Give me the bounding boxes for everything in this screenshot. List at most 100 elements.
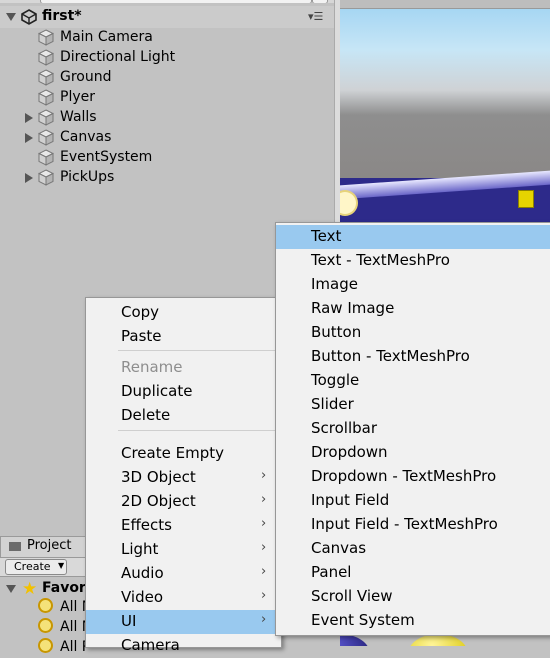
menu-item-create-empty[interactable]: Create Empty: [86, 442, 279, 466]
submenu-item-text-textmeshpro[interactable]: Text - TextMeshPro: [276, 249, 550, 273]
menu-item-effects[interactable]: Effects ›: [86, 514, 279, 538]
gameobject-cube-icon: [38, 49, 54, 66]
submenu-item-text[interactable]: Text: [276, 225, 550, 249]
submenu-item-input-field-textmeshpro[interactable]: Input Field - TextMeshPro: [276, 513, 550, 537]
submenu-item-dropdown-textmeshpro[interactable]: Dropdown - TextMeshPro: [276, 465, 550, 489]
submenu-arrow-icon: ›: [261, 612, 267, 627]
menu-label: Camera: [121, 636, 180, 654]
collapse-arrow-icon[interactable]: [6, 13, 16, 21]
submenu-item-canvas[interactable]: Canvas: [276, 537, 550, 561]
gameobject-cube-icon: [38, 149, 54, 166]
submenu-item-raw-image[interactable]: Raw Image: [276, 297, 550, 321]
submenu-label: Toggle: [311, 371, 360, 389]
create-label: Create: [14, 560, 51, 573]
submenu-arrow-icon: ›: [261, 540, 267, 555]
hierarchy-item[interactable]: EventSystem: [0, 148, 334, 168]
hierarchy-item[interactable]: Canvas: [0, 128, 334, 148]
menu-item-video[interactable]: Video ›: [86, 586, 279, 610]
submenu-item-dropdown[interactable]: Dropdown: [276, 441, 550, 465]
gameobject-cube-icon: [38, 69, 54, 86]
submenu-label: Button: [311, 323, 362, 341]
submenu-item-image[interactable]: Image: [276, 273, 550, 297]
submenu-arrow-icon: ›: [261, 492, 267, 507]
hierarchy-item[interactable]: Directional Light: [0, 48, 334, 68]
menu-label: Copy: [121, 303, 160, 321]
scene-view-header: [340, 0, 550, 9]
search-icon: [38, 618, 53, 633]
menu-label: 2D Object: [121, 492, 196, 510]
context-menu: Copy Paste Rename Duplicate Delete Creat…: [85, 297, 282, 654]
menu-item-ui[interactable]: UI ›: [86, 610, 279, 634]
menu-item-copy[interactable]: Copy: [86, 301, 279, 325]
hierarchy-item[interactable]: PickUps: [0, 168, 334, 188]
expand-arrow-icon[interactable]: [25, 133, 33, 143]
scene-name: first*: [42, 8, 82, 24]
star-icon: ★: [22, 579, 38, 599]
create-button[interactable]: Create ▼: [5, 559, 67, 575]
submenu-label: Canvas: [311, 539, 367, 557]
submenu-label: Button - TextMeshPro: [311, 347, 470, 365]
submenu-item-event-system[interactable]: Event System: [276, 609, 550, 633]
menu-label: Duplicate: [121, 382, 193, 400]
hierarchy-item[interactable]: Ground: [0, 68, 334, 88]
tab-project[interactable]: Project: [0, 536, 86, 557]
submenu-label: Text: [311, 227, 342, 245]
gameobject-cube-icon: [38, 89, 54, 106]
submenu-arrow-icon: ›: [261, 588, 267, 603]
ui-submenu: Text Text - TextMeshPro Image Raw Image Butt…: [275, 222, 550, 636]
expand-arrow-icon[interactable]: [25, 113, 33, 123]
hierarchy-item[interactable]: Walls: [0, 108, 334, 128]
submenu-arrow-icon: ›: [261, 468, 267, 483]
submenu-item-slider[interactable]: Slider: [276, 393, 550, 417]
menu-label: Audio: [121, 564, 164, 582]
favorites-label: Favor: [42, 580, 86, 596]
menu-item-delete[interactable]: Delete: [86, 404, 279, 428]
menu-label: Delete: [121, 406, 171, 424]
gameobject-cube-icon: [38, 129, 54, 146]
submenu-item-button-textmeshpro[interactable]: Button - TextMeshPro: [276, 345, 550, 369]
hierarchy-item-label: Ground: [60, 69, 112, 85]
submenu-item-toggle[interactable]: Toggle: [276, 369, 550, 393]
menu-separator: [118, 350, 278, 351]
submenu-label: Text - TextMeshPro: [311, 251, 450, 269]
expand-arrow-icon[interactable]: [25, 173, 33, 183]
hierarchy-item-label: Main Camera: [60, 29, 153, 45]
menu-item-rename: Rename: [86, 356, 279, 380]
hierarchy-item[interactable]: Plyer: [0, 88, 334, 108]
menu-label: Light: [121, 540, 159, 558]
menu-label: Paste: [121, 327, 162, 345]
menu-item-audio[interactable]: Audio ›: [86, 562, 279, 586]
submenu-item-button[interactable]: Button: [276, 321, 550, 345]
submenu-label: Input Field - TextMeshPro: [311, 515, 498, 533]
submenu-item-panel[interactable]: Panel: [276, 561, 550, 585]
folder-icon: [9, 542, 21, 551]
submenu-label: Slider: [311, 395, 354, 413]
menu-item-camera[interactable]: Camera: [86, 634, 279, 658]
menu-item-2d-object[interactable]: 2D Object ›: [86, 490, 279, 514]
menu-item-3d-object[interactable]: 3D Object ›: [86, 466, 279, 490]
submenu-label: Event System: [311, 611, 415, 629]
hierarchy-item-label: Plyer: [60, 89, 95, 105]
menu-label: Create Empty: [121, 444, 224, 462]
menu-label: UI: [121, 612, 137, 630]
favorites-collapse-icon[interactable]: [6, 585, 16, 593]
gameobject-cube-icon: [38, 169, 54, 186]
submenu-item-scroll-view[interactable]: Scroll View: [276, 585, 550, 609]
menu-item-light[interactable]: Light ›: [86, 538, 279, 562]
scene-menu-icon[interactable]: ▾☰: [308, 10, 323, 23]
submenu-item-scrollbar[interactable]: Scrollbar: [276, 417, 550, 441]
hierarchy-item-label: EventSystem: [60, 149, 153, 165]
gameobject-cube-icon: [38, 29, 54, 46]
menu-item-duplicate[interactable]: Duplicate: [86, 380, 279, 404]
hierarchy-item-label: PickUps: [60, 169, 115, 185]
scene-row[interactable]: first* ▾☰: [0, 6, 334, 28]
hierarchy-item[interactable]: Main Camera: [0, 28, 334, 48]
submenu-item-input-field[interactable]: Input Field: [276, 489, 550, 513]
create-dropdown-icon: ▼: [58, 561, 65, 570]
submenu-label: Raw Image: [311, 299, 395, 317]
unity-scene-icon: [21, 9, 37, 25]
menu-item-paste[interactable]: Paste: [86, 325, 279, 349]
menu-label: Effects: [121, 516, 172, 534]
submenu-label: Scrollbar: [311, 419, 377, 437]
submenu-arrow-icon: ›: [261, 516, 267, 531]
